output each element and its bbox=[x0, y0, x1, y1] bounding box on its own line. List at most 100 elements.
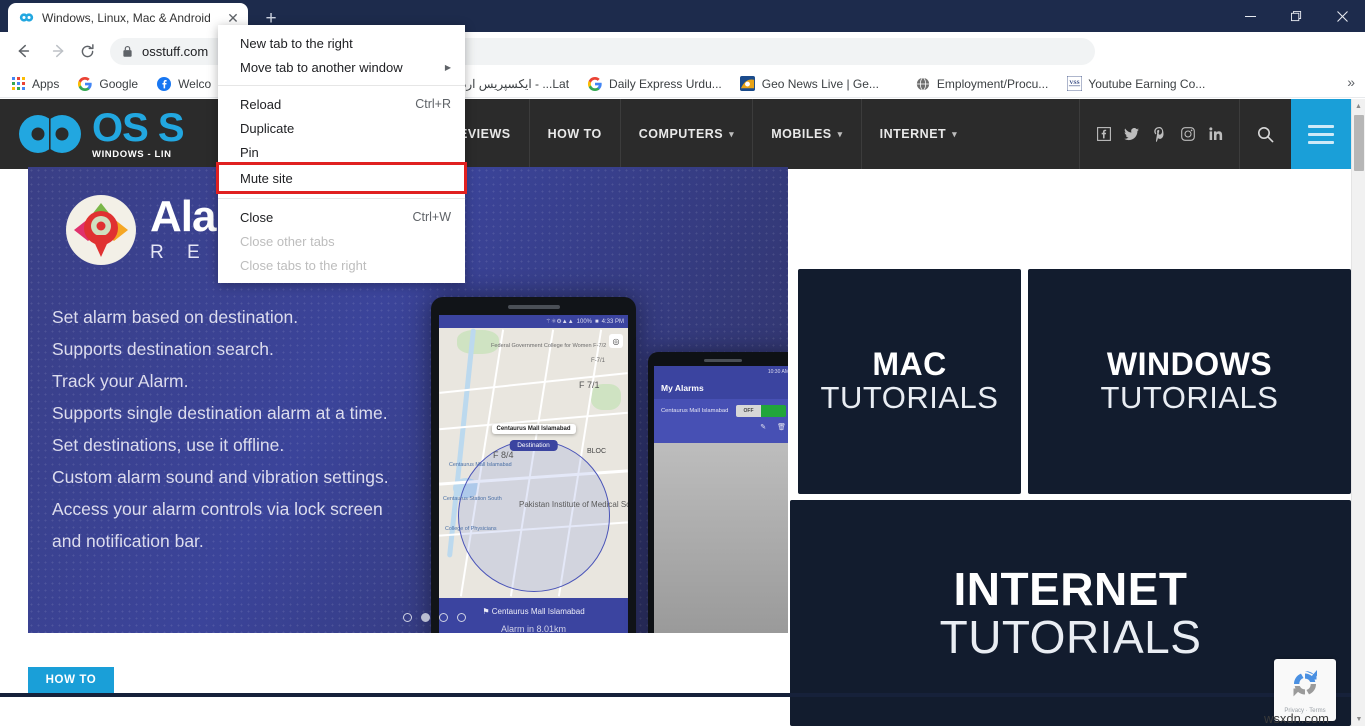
context-menu-item-new-tab-right[interactable]: New tab to the right bbox=[218, 31, 465, 55]
chevron-down-icon: ▾ bbox=[729, 129, 734, 140]
bookmark-employment[interactable]: Employment/Procu... bbox=[915, 76, 1048, 92]
vss-icon: VSS bbox=[1066, 76, 1082, 92]
map-label: Centaurus Station South bbox=[443, 496, 502, 502]
tab-favicon-icon bbox=[18, 10, 34, 26]
phone-status-bar: ⚚⚛⚙▲▲ 100% ■ 4:33 PM bbox=[439, 315, 628, 328]
map-destination-badge: Destination bbox=[509, 440, 558, 451]
card-windows-tutorials[interactable]: WINDOWS TUTORIALS bbox=[1028, 269, 1351, 494]
tab-title: Windows, Linux, Mac & Android bbox=[42, 11, 224, 25]
nav-item-how-to[interactable]: HOW TO bbox=[529, 99, 620, 169]
phone-app-bar-title: My Alarms bbox=[654, 377, 788, 399]
context-menu-item-reload[interactable]: Reload Ctrl+R bbox=[218, 92, 465, 116]
address-bar-url: osstuff.com bbox=[142, 44, 208, 59]
map-label: Pakistan Institute of Medical Sciences bbox=[519, 500, 583, 511]
browser-title-bar: Windows, Linux, Mac & Android ✕ + bbox=[0, 0, 1365, 32]
tab-close-icon[interactable]: ✕ bbox=[224, 9, 242, 27]
card-mac-tutorials[interactable]: MAC TUTORIALS bbox=[798, 269, 1021, 494]
slider-dot-2[interactable] bbox=[421, 613, 430, 622]
nav-item-internet[interactable]: INTERNET ▾ bbox=[861, 99, 976, 169]
card-title-top: WINDOWS bbox=[1107, 348, 1272, 382]
bookmark-apps[interactable]: Apps bbox=[10, 76, 59, 92]
scroll-up-arrow-icon[interactable]: ▲ bbox=[1352, 99, 1365, 113]
alarm-list-item[interactable]: Centaurus Mall Islamabad OFF ✎ 🗑 bbox=[654, 399, 788, 443]
pencil-icon[interactable]: ✎ bbox=[760, 423, 766, 431]
bookmark-google[interactable]: Google bbox=[77, 76, 138, 92]
map-label: BLOC bbox=[587, 448, 606, 455]
card-title-bottom: TUTORIALS bbox=[940, 613, 1202, 661]
context-menu-item-pin[interactable]: Pin bbox=[218, 140, 465, 164]
map-label: College of Physicians bbox=[445, 526, 497, 532]
page-scrollbar[interactable]: ▲ ▼ bbox=[1351, 99, 1365, 726]
map-label: Federal Government College for Women F-7… bbox=[491, 342, 561, 350]
card-title-bottom: TUTORIALS bbox=[821, 382, 999, 415]
phone-mockup-map: ⚚⚛⚙▲▲ 100% ■ 4:33 PM bbox=[431, 297, 636, 633]
scrollbar-thumb[interactable] bbox=[1354, 115, 1364, 171]
page-content: Alarme R E V I E W Set alarm based on de… bbox=[0, 169, 1351, 726]
bookmark-geo-news[interactable]: Geo News Live | Ge... bbox=[740, 76, 879, 92]
feature-item: Access your alarm controls via lock scre… bbox=[52, 499, 492, 520]
nav-item-mobiles[interactable]: MOBILES ▾ bbox=[752, 99, 860, 169]
map-recenter-icon[interactable]: ◎ bbox=[609, 334, 623, 348]
back-button[interactable] bbox=[9, 37, 37, 65]
hamburger-menu-icon[interactable] bbox=[1291, 99, 1351, 169]
alarm-toggle-track bbox=[761, 405, 786, 417]
context-menu-separator bbox=[218, 85, 465, 86]
reload-button[interactable] bbox=[73, 37, 101, 65]
status-time: 10:30 AM bbox=[768, 369, 788, 375]
close-window-button[interactable] bbox=[1319, 0, 1365, 32]
watermark-text: wsxdn.com bbox=[1264, 711, 1329, 726]
site-logo-text: OS S WINDOWS - LIN bbox=[92, 108, 184, 160]
osstuff-logo-icon bbox=[18, 112, 84, 156]
pinterest-icon[interactable] bbox=[1152, 127, 1167, 142]
phone-status-bar: 10:30 AM bbox=[654, 366, 788, 377]
twitter-icon[interactable] bbox=[1124, 127, 1139, 142]
status-battery: 100% bbox=[577, 319, 592, 325]
slider-pagination-dots bbox=[403, 613, 466, 622]
bookmark-welcome-facebook[interactable]: Welco bbox=[156, 76, 211, 92]
slider-dot-3[interactable] bbox=[439, 613, 448, 622]
alarm-distance-label: Alarm in 8.01km bbox=[439, 624, 628, 633]
site-header: OS S WINDOWS - LIN EVIEWS HOW TO COMPUTE… bbox=[0, 99, 1351, 169]
google-icon bbox=[587, 76, 603, 92]
alarm-toggle[interactable]: OFF bbox=[736, 405, 786, 417]
facebook-icon bbox=[156, 76, 172, 92]
app-feature-list: Set alarm based on destination. Supports… bbox=[52, 307, 492, 563]
context-menu-label: Duplicate bbox=[240, 121, 294, 136]
site-search-button[interactable] bbox=[1239, 99, 1291, 169]
bookmark-label: Geo News Live | Ge... bbox=[762, 77, 879, 91]
linkedin-icon[interactable] bbox=[1208, 127, 1223, 142]
trash-icon[interactable]: 🗑 bbox=[777, 423, 786, 431]
context-menu-item-mute-site[interactable]: Mute site bbox=[218, 164, 465, 192]
phone-mockup-alarm-list: 10:30 AM My Alarms Centaurus Mall Islama… bbox=[648, 352, 788, 633]
phone-alarm-footer: ⚑ Centaurus Mall Islamabad Alarm in 8.01… bbox=[439, 598, 628, 633]
map-label: Centaurus Mall Islamabad bbox=[449, 462, 512, 468]
nav-item-computers[interactable]: COMPUTERS ▾ bbox=[620, 99, 752, 169]
recaptcha-icon bbox=[1288, 667, 1322, 706]
slider-dot-1[interactable] bbox=[403, 613, 412, 622]
apps-grid-icon bbox=[10, 76, 26, 92]
slider-dot-4[interactable] bbox=[457, 613, 466, 622]
maximize-restore-button[interactable] bbox=[1273, 0, 1319, 32]
bookmark-label: Youtube Earning Co... bbox=[1088, 77, 1205, 91]
bookmarks-overflow-button[interactable]: » bbox=[1347, 74, 1355, 90]
instagram-icon[interactable] bbox=[1180, 127, 1195, 142]
map-label: F 7/1 bbox=[579, 380, 600, 390]
browser-tab[interactable]: Windows, Linux, Mac & Android ✕ bbox=[8, 3, 248, 32]
facebook-icon[interactable] bbox=[1096, 127, 1111, 142]
minimize-button[interactable] bbox=[1227, 0, 1273, 32]
bookmark-label: Apps bbox=[32, 77, 59, 91]
context-menu-shortcut: Ctrl+W bbox=[412, 210, 451, 224]
nav-item-label: HOW TO bbox=[548, 127, 602, 141]
bookmark-youtube-earning[interactable]: VSS Youtube Earning Co... bbox=[1066, 76, 1205, 92]
forward-button[interactable] bbox=[45, 37, 73, 65]
context-menu-item-move-tab[interactable]: Move tab to another window ▶ bbox=[218, 55, 465, 79]
bookmark-daily-express-urdu[interactable]: Daily Express Urdu... bbox=[587, 76, 722, 92]
category-badge-how-to[interactable]: HOW TO bbox=[28, 667, 114, 693]
alarm-list-empty-area bbox=[654, 443, 788, 633]
site-logo-sub: WINDOWS - LIN bbox=[92, 150, 184, 160]
context-menu-item-close[interactable]: Close Ctrl+W bbox=[218, 205, 465, 229]
scroll-down-arrow-icon[interactable]: ▼ bbox=[1352, 712, 1365, 726]
chevron-down-icon: ▾ bbox=[952, 129, 957, 140]
context-menu-item-duplicate[interactable]: Duplicate bbox=[218, 116, 465, 140]
context-menu-label: Close bbox=[240, 210, 273, 225]
